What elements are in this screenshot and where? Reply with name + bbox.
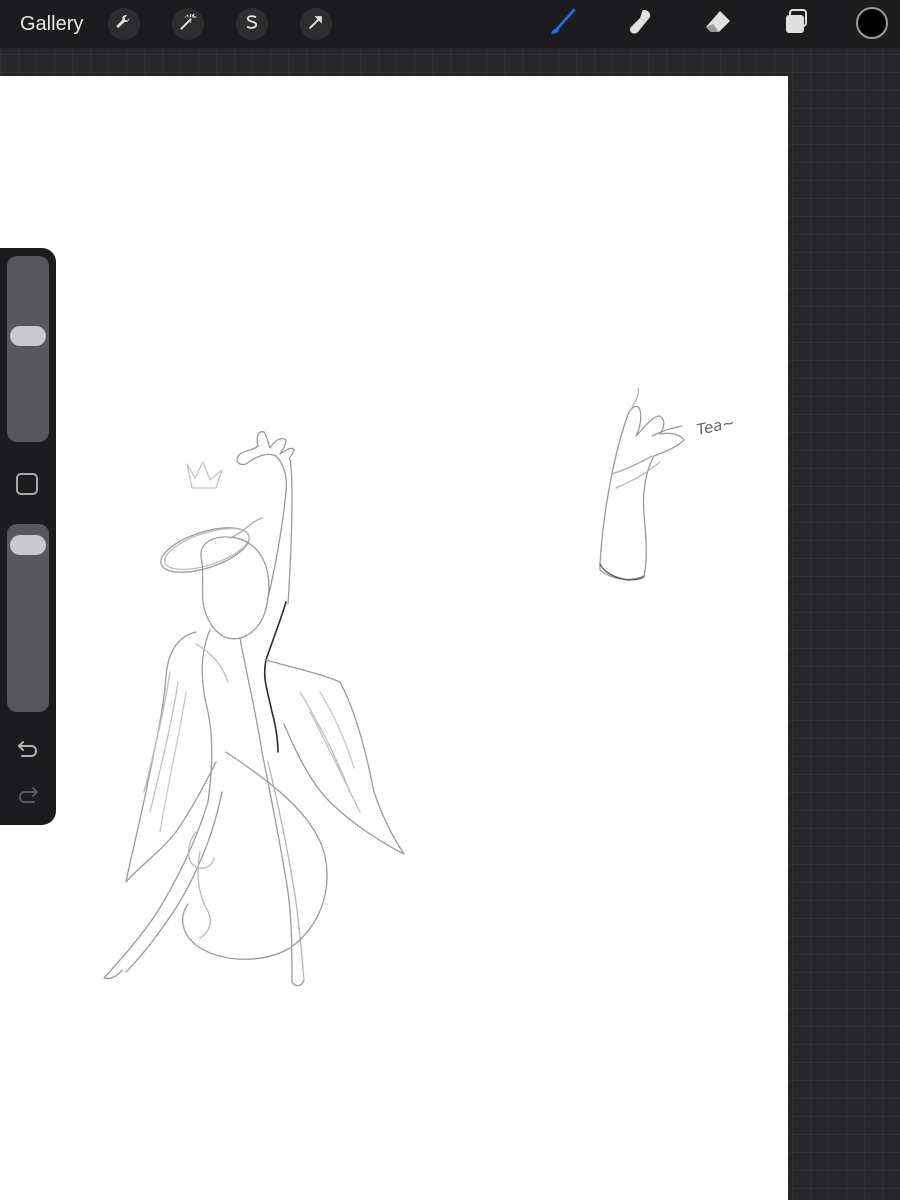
sketch-layer: Tea~ bbox=[103, 387, 736, 987]
opacity-thumb[interactable] bbox=[10, 535, 46, 556]
selection-s-icon bbox=[242, 12, 262, 37]
modify-button[interactable] bbox=[16, 473, 38, 495]
magic-wand-icon bbox=[178, 12, 198, 37]
layers-button[interactable] bbox=[778, 6, 814, 42]
layers-icon bbox=[780, 6, 812, 43]
undo-icon bbox=[15, 735, 41, 766]
brush-size-slider[interactable] bbox=[7, 256, 49, 442]
undo-button[interactable] bbox=[14, 736, 42, 764]
brush-icon bbox=[546, 6, 578, 43]
head-stroke bbox=[200, 536, 270, 640]
left-leg-stroke bbox=[103, 801, 209, 980]
tail-stroke bbox=[182, 751, 328, 960]
smudge-icon bbox=[624, 6, 656, 43]
left-sidebar bbox=[0, 248, 56, 825]
wrench-icon bbox=[114, 12, 134, 37]
redo-button[interactable] bbox=[14, 782, 42, 810]
eraser-icon bbox=[702, 6, 734, 43]
adjustments-button[interactable] bbox=[172, 8, 204, 40]
actions-button[interactable] bbox=[108, 8, 140, 40]
opacity-slider[interactable] bbox=[7, 524, 49, 712]
right-leg-stroke bbox=[261, 751, 305, 987]
redo-icon bbox=[15, 781, 41, 812]
top-toolbar: Gallery bbox=[0, 0, 900, 48]
torso-stroke bbox=[201, 629, 213, 803]
transform-button[interactable] bbox=[300, 8, 332, 40]
brush-tool-button[interactable] bbox=[544, 6, 580, 42]
smudge-tool-button[interactable] bbox=[622, 6, 658, 42]
arrow-cursor-icon bbox=[306, 12, 326, 37]
selection-button[interactable] bbox=[236, 8, 268, 40]
sketch-hand-stroke bbox=[599, 405, 685, 581]
raised-arm-stroke bbox=[267, 455, 288, 599]
annotation-text: Tea~ bbox=[695, 413, 736, 439]
eraser-tool-button[interactable] bbox=[700, 6, 736, 42]
brush-size-thumb[interactable] bbox=[10, 326, 46, 347]
drawing-canvas[interactable]: Tea~ bbox=[0, 76, 788, 1200]
color-swatch[interactable] bbox=[856, 7, 888, 39]
gallery-button[interactable]: Gallery bbox=[20, 12, 83, 36]
procreate-app: Tea~ Gallery bbox=[0, 0, 900, 1200]
